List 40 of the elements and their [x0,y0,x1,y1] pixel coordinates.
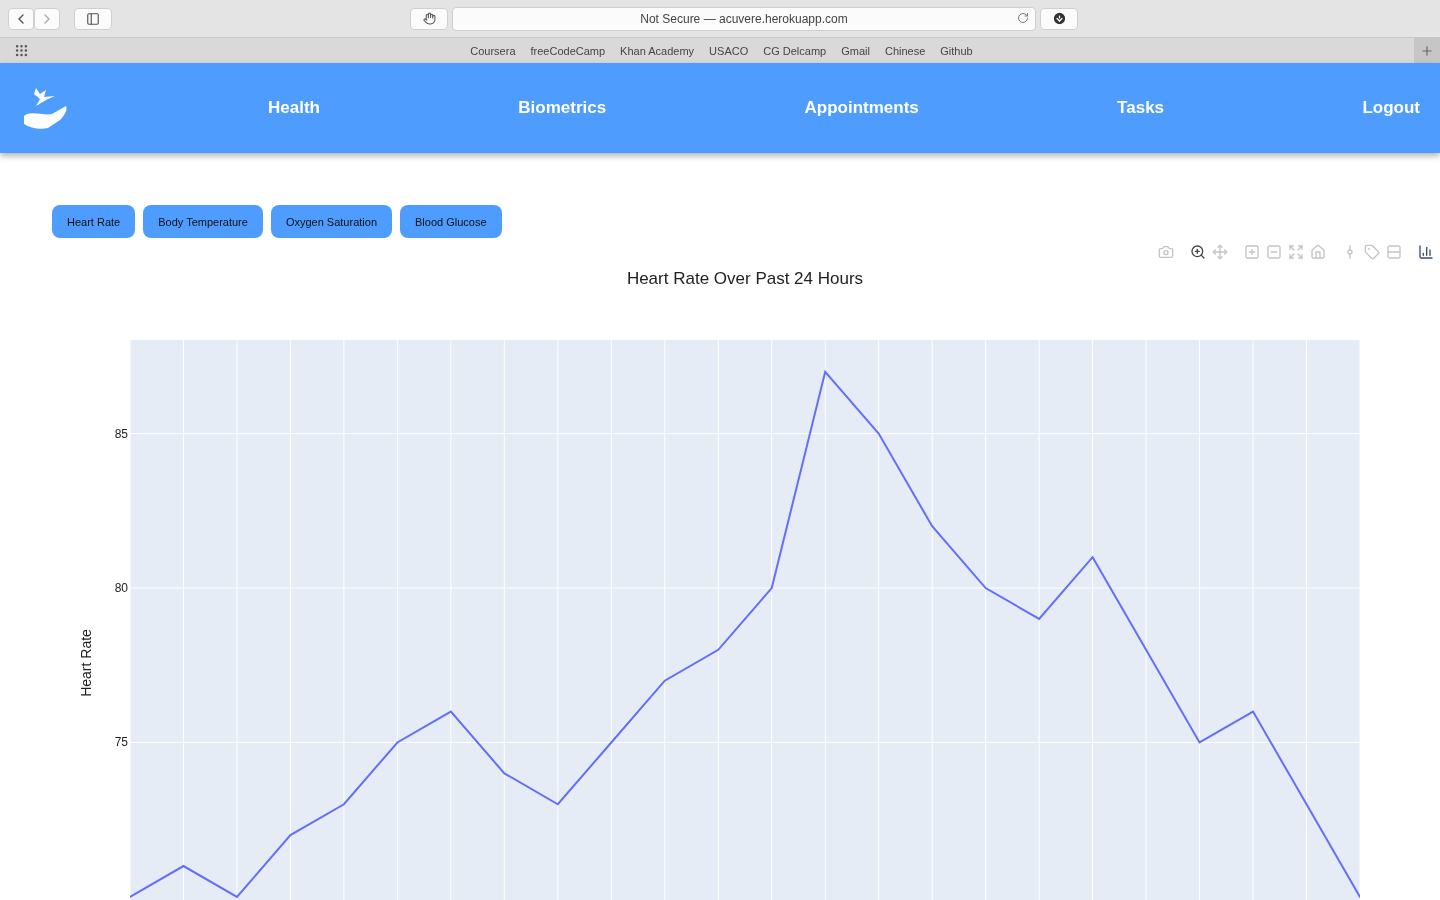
hand-icon [422,12,436,25]
reload-icon[interactable] [1017,11,1029,24]
download-icon [1051,11,1067,26]
autoscale-icon[interactable] [1288,244,1304,260]
bookmark-link[interactable]: Chinese [884,44,926,57]
zoom-out-icon[interactable] [1266,244,1282,260]
bookmark-link[interactable]: Github [940,44,973,57]
bookmark-link[interactable]: Khan Academy [620,44,695,57]
y-tick-label: 75 [114,735,128,750]
y-axis-label: Heart Rate [78,629,94,697]
grid-icon[interactable] [14,43,29,58]
sidebar-button[interactable] [74,7,112,30]
tag-icon[interactable] [1364,244,1380,260]
bookmark-link[interactable]: freeCodeCamp [530,44,606,57]
bookmark-link[interactable]: CG Delcamp [763,44,827,57]
sidebar-icon [86,11,100,26]
chart-title: Heart Rate Over Past 24 Hours [626,269,864,288]
shield-button[interactable] [410,7,448,30]
metric-button[interactable]: Oxygen Saturation [270,205,392,238]
metric-button[interactable]: Blood Glucose [400,205,502,238]
new-tab-icon[interactable] [1414,38,1440,63]
metric-button[interactable]: Body Temperature [143,205,263,238]
y-tick-label: 85 [114,426,128,441]
metric-button[interactable]: Heart Rate [52,205,136,238]
home-icon[interactable] [1310,244,1326,260]
download-button[interactable] [1040,7,1078,30]
y-tick-label: 80 [114,581,128,596]
compare-icon[interactable] [1386,244,1402,260]
chart-logo-icon[interactable] [1418,244,1434,260]
bookmark-link[interactable]: USACO [709,44,749,57]
camera-icon[interactable] [1158,244,1174,260]
pan-icon[interactable] [1212,244,1228,260]
forward-button[interactable] [34,7,60,30]
back-button[interactable] [8,7,34,30]
address-field[interactable]: Not Secure — acuvere.herokuapp.com [452,6,1036,31]
zoom-in-icon[interactable] [1244,244,1260,260]
bookmark-link[interactable]: Coursera [470,44,516,57]
bookmark-link[interactable]: Gmail [841,44,870,57]
bird-hand-logo-icon[interactable] [22,86,68,130]
zoom-icon[interactable] [1190,244,1206,260]
